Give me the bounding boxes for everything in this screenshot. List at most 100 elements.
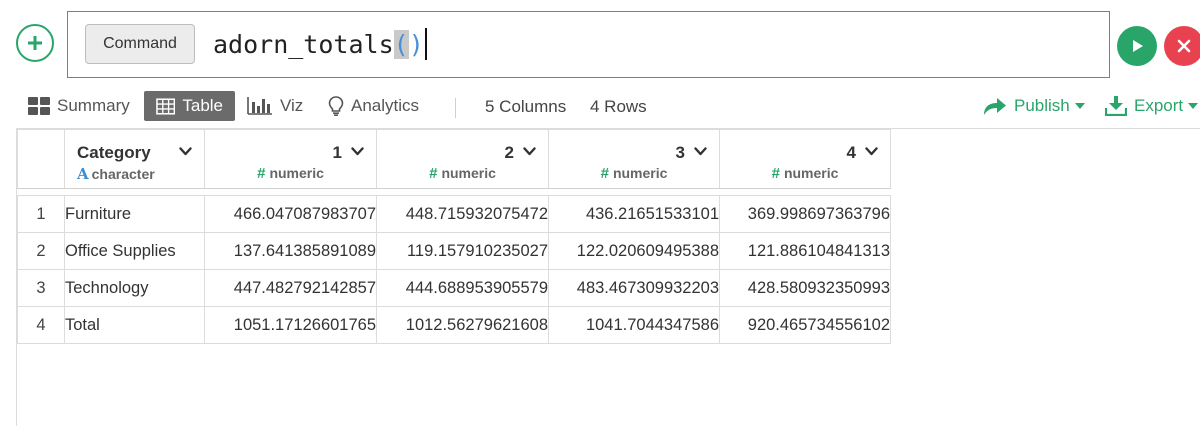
lightbulb-icon	[328, 96, 344, 116]
data-grid: Category Acharacter 1 # numeric 2 # numeri…	[16, 128, 1200, 426]
column-type-label: character	[91, 166, 155, 182]
tab-table[interactable]: Table	[144, 91, 235, 121]
table-icon	[156, 97, 176, 115]
publish-label: Publish	[1014, 96, 1070, 115]
column-type: # numeric	[377, 165, 548, 182]
tab-summary-label: Summary	[57, 96, 130, 115]
caret-down-icon	[1074, 103, 1085, 109]
numeric-type-icon: #	[429, 165, 438, 182]
table-cell[interactable]: Technology	[64, 269, 205, 307]
column-type-label: numeric	[441, 165, 496, 181]
tab-viz-label: Viz	[280, 96, 304, 115]
command-paren-open: (	[393, 29, 409, 59]
column-type: # numeric	[549, 165, 719, 182]
close-icon	[1177, 39, 1191, 53]
table-cell[interactable]: 483.467309932203	[548, 269, 720, 307]
plus-icon	[28, 36, 42, 50]
text-caret	[424, 28, 427, 60]
table-cell[interactable]: 447.482792142857	[204, 269, 377, 307]
column-type: # numeric	[720, 165, 890, 182]
table-header-row: Category Acharacter 1 # numeric 2 # numeri…	[17, 129, 891, 189]
play-icon	[1133, 40, 1143, 52]
table-cell[interactable]: Office Supplies	[64, 232, 205, 270]
command-mode-button[interactable]: Command	[85, 24, 195, 64]
export-button[interactable]: Export	[1105, 91, 1199, 121]
toolbar-divider	[455, 98, 456, 118]
row-index: 1	[17, 195, 65, 233]
table-cell[interactable]: 121.886104841313	[719, 232, 891, 270]
column-name: Category	[77, 143, 151, 162]
column-type: # numeric	[205, 165, 376, 182]
columns-count: 5 Columns	[485, 97, 567, 116]
tab-summary[interactable]: Summary	[28, 91, 130, 121]
table-cell[interactable]: 444.688953905579	[376, 269, 549, 307]
publish-button[interactable]: Publish	[983, 91, 1085, 121]
download-icon	[1105, 96, 1127, 116]
add-step-button[interactable]	[16, 24, 54, 62]
column-name: 1	[332, 143, 342, 162]
column-header-category[interactable]: Category Acharacter	[64, 129, 205, 189]
chevron-down-icon[interactable]	[179, 147, 192, 156]
row-index: 3	[17, 269, 65, 307]
column-name: 2	[504, 143, 514, 162]
table-cell[interactable]: Total	[64, 306, 205, 344]
table-cell[interactable]: 1051.17126601765	[204, 306, 377, 344]
column-header-1[interactable]: 1 # numeric	[204, 129, 377, 189]
command-mode-label: Command	[103, 35, 177, 52]
export-label: Export	[1134, 96, 1184, 115]
header-spacer	[17, 188, 891, 196]
table-row: 2 Office Supplies 137.641385891089 119.1…	[17, 232, 891, 270]
chevron-down-icon[interactable]	[865, 147, 878, 156]
tab-table-label: Table	[182, 96, 223, 115]
caret-down-icon	[1188, 103, 1199, 109]
column-type-label: numeric	[269, 165, 324, 181]
table-cell[interactable]: Furniture	[64, 195, 205, 233]
numeric-type-icon: #	[771, 165, 780, 182]
run-button[interactable]	[1117, 26, 1157, 66]
table-cell[interactable]: 448.715932075472	[376, 195, 549, 233]
table-cell[interactable]: 122.020609495388	[548, 232, 720, 270]
table-cell[interactable]: 920.465734556102	[719, 306, 891, 344]
column-type-label: numeric	[612, 165, 668, 181]
chevron-down-icon[interactable]	[523, 147, 536, 156]
column-header-4[interactable]: 4 # numeric	[719, 129, 891, 189]
table-row: 1 Furniture 466.047087983707 448.7159320…	[17, 195, 891, 233]
table-cell[interactable]: 466.047087983707	[204, 195, 377, 233]
table-cell[interactable]: 119.157910235027	[376, 232, 549, 270]
column-header-3[interactable]: 3 # numeric	[548, 129, 720, 189]
table-row: 3 Technology 447.482792142857 444.688953…	[17, 269, 891, 307]
numeric-type-icon: #	[600, 165, 609, 182]
tab-viz[interactable]: Viz	[247, 91, 303, 121]
table-row: 4 Total 1051.17126601765 1012.5627962160…	[17, 306, 891, 344]
command-bar: Command adorn_totals()	[0, 0, 1200, 88]
row-index-header	[17, 129, 65, 189]
table-cell[interactable]: 137.641385891089	[204, 232, 377, 270]
command-input-box[interactable]: Command adorn_totals()	[67, 11, 1110, 78]
bar-chart-icon	[247, 97, 272, 115]
tab-analytics-label: Analytics	[351, 96, 420, 115]
cancel-button[interactable]	[1164, 26, 1200, 66]
chevron-down-icon[interactable]	[694, 147, 707, 156]
table-cell[interactable]: 436.21651533101	[548, 195, 720, 233]
command-paren-close: )	[408, 29, 424, 59]
column-type-label: numeric	[783, 165, 839, 181]
chevron-down-icon[interactable]	[351, 147, 364, 156]
row-index: 2	[17, 232, 65, 270]
table-cell[interactable]: 369.998697363796	[719, 195, 891, 233]
summary-icon	[28, 97, 50, 115]
column-header-2[interactable]: 2 # numeric	[376, 129, 549, 189]
data-table: Category Acharacter 1 # numeric 2 # numeri…	[17, 129, 891, 344]
table-cell[interactable]: 1012.56279621608	[376, 306, 549, 344]
rows-count: 4 Rows	[590, 97, 647, 116]
character-type-icon: A	[77, 165, 89, 183]
table-cell[interactable]: 428.580932350993	[719, 269, 891, 307]
column-name: 4	[846, 143, 856, 162]
share-arrow-icon	[984, 98, 1006, 115]
column-name: 3	[675, 143, 685, 162]
table-cell[interactable]: 1041.7044347586	[548, 306, 720, 344]
command-input[interactable]: adorn_totals()	[213, 24, 427, 64]
view-toolbar: Summary Table Viz Analytics 5 Columns 4 …	[0, 88, 1200, 128]
numeric-type-icon: #	[257, 165, 266, 182]
tab-analytics[interactable]: Analytics	[328, 91, 419, 121]
row-index: 4	[17, 306, 65, 344]
